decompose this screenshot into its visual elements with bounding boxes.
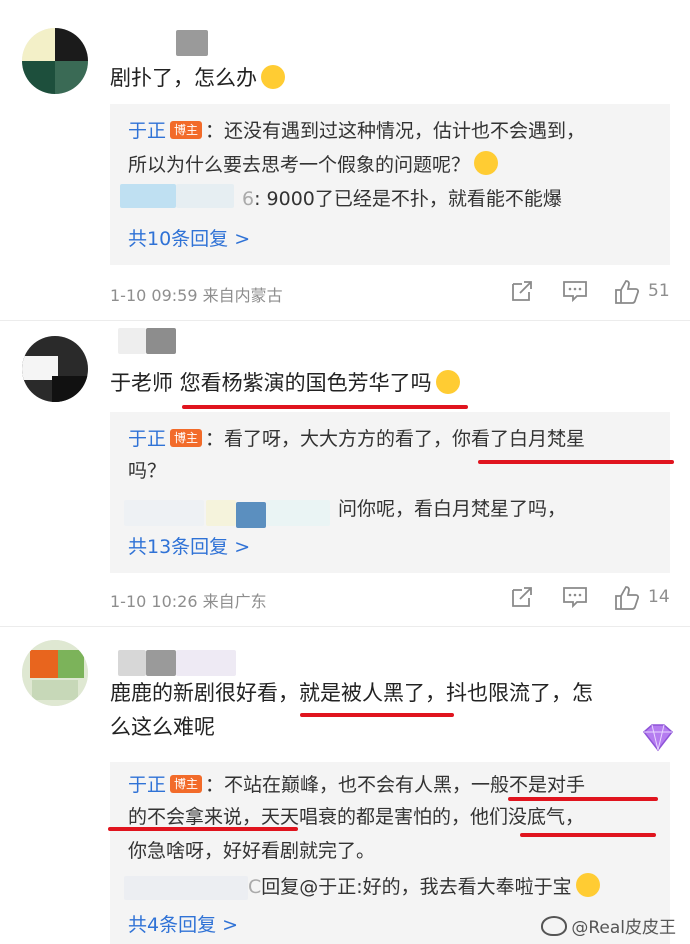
weibo-logo-icon: [541, 916, 568, 936]
annotation-underline: [182, 405, 468, 409]
comment-actions: 14: [508, 585, 678, 613]
comment-meta: 1-10 09:59 来自内蒙古: [110, 286, 283, 305]
share-icon[interactable]: [510, 279, 534, 303]
username-blurred[interactable]: [146, 650, 176, 676]
divider: [0, 320, 690, 321]
avatar[interactable]: [22, 640, 88, 706]
username-blurred[interactable]: [206, 500, 236, 526]
reply-username[interactable]: 于正: [128, 120, 166, 142]
reply-text: 问你呢，看白月梵星了吗，: [338, 498, 567, 520]
like-count: 51: [648, 281, 670, 301]
comment-actions: 51: [508, 279, 678, 307]
annotation-underline: [520, 833, 656, 837]
reply-username[interactable]: 于正: [128, 774, 166, 796]
comment-icon[interactable]: [562, 585, 588, 609]
kiss-emoji: [575, 873, 600, 897]
reply-text: ：不站在巅峰，也不会有人黑，一般不是对手: [205, 774, 586, 796]
avatar[interactable]: [22, 336, 88, 402]
annotation-underline: [108, 827, 298, 831]
annotation-underline: [478, 460, 674, 464]
username-blurred[interactable]: [118, 328, 146, 354]
username-blurred[interactable]: [124, 876, 248, 900]
gem-badge-icon: [642, 724, 674, 752]
username-blurred[interactable]: [266, 500, 330, 526]
like-count: 14: [648, 587, 670, 607]
more-replies-link[interactable]: 共10条回复 >: [128, 228, 250, 250]
reply-box[interactable]: 于正 博主 ：看了呀，大大方方的看了，你看了白月梵星 吗？ 问你呢，看白月梵星了吗，…: [110, 412, 670, 573]
blogger-badge: 博主: [170, 775, 203, 793]
reply-box[interactable]: 于正 博主 ：还没有遇到过这种情况，估计也不会遇到， 所以为什么要去思考一个假象的问…: [110, 104, 670, 265]
username-blurred[interactable]: [176, 650, 236, 676]
hugging-emoji: [435, 370, 460, 394]
annotation-underline: [508, 797, 658, 801]
blogger-badge: 博主: [170, 121, 203, 139]
username-blurred[interactable]: [236, 502, 266, 528]
username-blurred[interactable]: [118, 650, 146, 676]
reply-text: 回复@于正:好的，我去看大奉啦于宝: [261, 876, 572, 898]
reply-text: 所以为什么要去思考一个假象的问题呢？: [128, 154, 471, 176]
more-replies-link[interactable]: 共4条回复 >: [128, 914, 238, 936]
reply-text: ：看了呀，大大方方的看了，你看了白月梵星: [205, 428, 586, 450]
reply-text: 你急啥呀，好好看剧就完了。: [128, 840, 376, 862]
more-replies-link[interactable]: 共13条回复 >: [128, 536, 250, 558]
comment-text: 剧扑了，怎么办: [110, 61, 665, 95]
reply-text: ：还没有遇到过这种情况，估计也不会遇到，: [205, 120, 586, 142]
like-icon[interactable]: [614, 585, 640, 611]
divider: [0, 626, 690, 627]
comment-icon[interactable]: [562, 279, 588, 303]
username-blurred[interactable]: [146, 328, 176, 354]
comment-text: 于老师 您看杨紫演的国色芳华了吗: [110, 366, 665, 400]
reply-username[interactable]: 于正: [128, 428, 166, 450]
avatar[interactable]: [22, 28, 88, 94]
reply-text: : 9000了已经是不扑，就看能不能爆: [254, 188, 562, 210]
reply-text: 的不会拿来说，天天唱衰的都是害怕的，他们没底气，: [128, 806, 585, 828]
reply-username-fragment[interactable]: C: [248, 876, 261, 898]
thinking-emoji: [474, 151, 499, 175]
annotation-underline: [300, 713, 454, 717]
reply-text: 吗？: [128, 460, 167, 482]
username-blurred[interactable]: [120, 184, 176, 208]
share-icon[interactable]: [510, 585, 534, 609]
reply-username-fragment[interactable]: 6: [242, 188, 254, 210]
comment-text: 鹿鹿的新剧很好看，就是被人黑了，抖也限流了，怎 么这么难呢: [110, 681, 593, 739]
laughing-crying-emoji: [261, 65, 285, 89]
username-blurred[interactable]: [176, 184, 234, 208]
blogger-badge: 博主: [170, 429, 203, 447]
watermark: @Real皮皮王: [541, 913, 676, 938]
like-icon[interactable]: [614, 279, 640, 305]
username-blurred[interactable]: [124, 500, 204, 526]
username-blurred[interactable]: [176, 30, 208, 56]
comment-meta: 1-10 10:26 来自广东: [110, 592, 267, 611]
